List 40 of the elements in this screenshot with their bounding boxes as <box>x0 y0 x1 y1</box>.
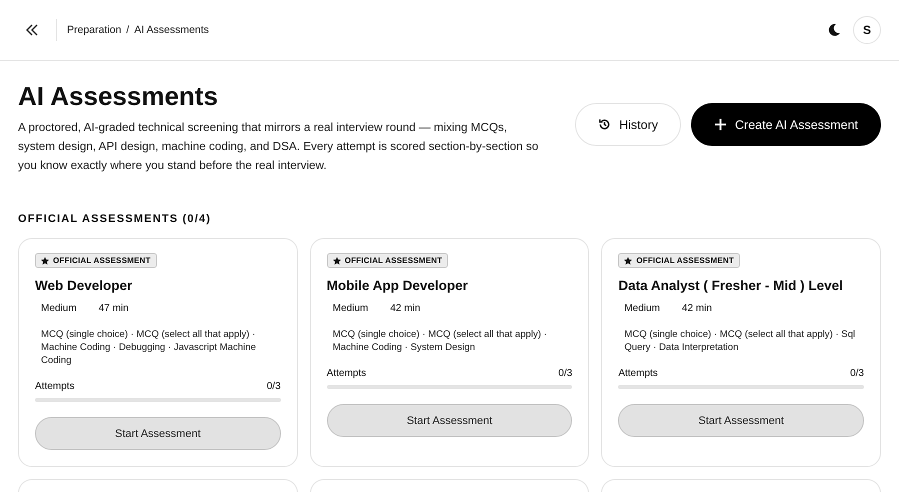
plus-icon <box>714 118 728 131</box>
card-title: Mobile App Developer <box>326 278 469 293</box>
difficulty-label: Medium <box>624 303 660 314</box>
start-assessment-button[interactable]: Start Assessment <box>618 404 864 437</box>
badge-label: OFFICIAL ASSESSMENT <box>636 256 734 265</box>
history-icon <box>598 118 612 131</box>
attempts-count: 0/3 <box>558 368 572 379</box>
topics-text: MCQ (single choice) · MCQ (select all that apply) · Machine Coding · System Design <box>332 328 548 354</box>
double-chevron-left-icon[interactable] <box>24 22 40 38</box>
attempts-label: Attempts <box>35 381 74 392</box>
topics-text: MCQ (single choice) · MCQ (select all that apply) · Machine Coding · Debugging · Javascript Machine Coding <box>40 328 257 367</box>
moon-icon[interactable] <box>827 23 841 37</box>
star-icon <box>624 256 632 264</box>
user-avatar[interactable]: S <box>853 16 881 44</box>
start-assessment-button[interactable]: Start Assessment <box>35 417 281 450</box>
attempts-label: Attempts <box>618 368 658 379</box>
duration-label: 42 min <box>390 303 420 314</box>
page-description: A proctored, AI-graded technical screening that mirrors a real interview round — mixing MCQs, system design, API design, machine coding, and DSA. Every attempt is scored section-by-section so you know exactly where you stand before the real interview. <box>18 120 540 174</box>
breadcrumb-item: AI Assessments <box>134 24 209 36</box>
start-assessment-button[interactable]: Start Assessment <box>326 404 572 437</box>
page-title: AI Assessments <box>18 81 219 112</box>
history-button[interactable]: History <box>575 103 682 146</box>
star-icon <box>332 256 341 264</box>
badge-label: OFFICIAL ASSESSMENT <box>53 256 151 265</box>
topics-text: MCQ (single choice) · MCQ (select all that apply) · Sql Query · Data Interpretation <box>623 328 856 354</box>
duration-label: 47 min <box>98 303 129 314</box>
badge-label: OFFICIAL ASSESSMENT <box>344 256 442 265</box>
section-title: OFFICIAL ASSESSMENTS (0/4) <box>18 213 212 225</box>
create-assessment-button[interactable]: Create AI Assessment <box>691 103 881 146</box>
duration-label: 42 min <box>682 303 712 314</box>
attempts-count: 0/3 <box>850 368 864 379</box>
difficulty-label: Medium <box>41 303 77 314</box>
difficulty-label: Medium <box>332 303 368 314</box>
card-title: Web Developer <box>35 278 134 293</box>
attempts-label: Attempts <box>326 368 366 379</box>
breadcrumb-separator: / <box>126 24 130 36</box>
breadcrumb-item[interactable]: Preparation <box>67 24 122 36</box>
card-title: Data Analyst ( Fresher - Mid ) Level <box>618 278 844 293</box>
star-icon <box>41 256 49 264</box>
attempts-count: 0/3 <box>266 381 281 392</box>
